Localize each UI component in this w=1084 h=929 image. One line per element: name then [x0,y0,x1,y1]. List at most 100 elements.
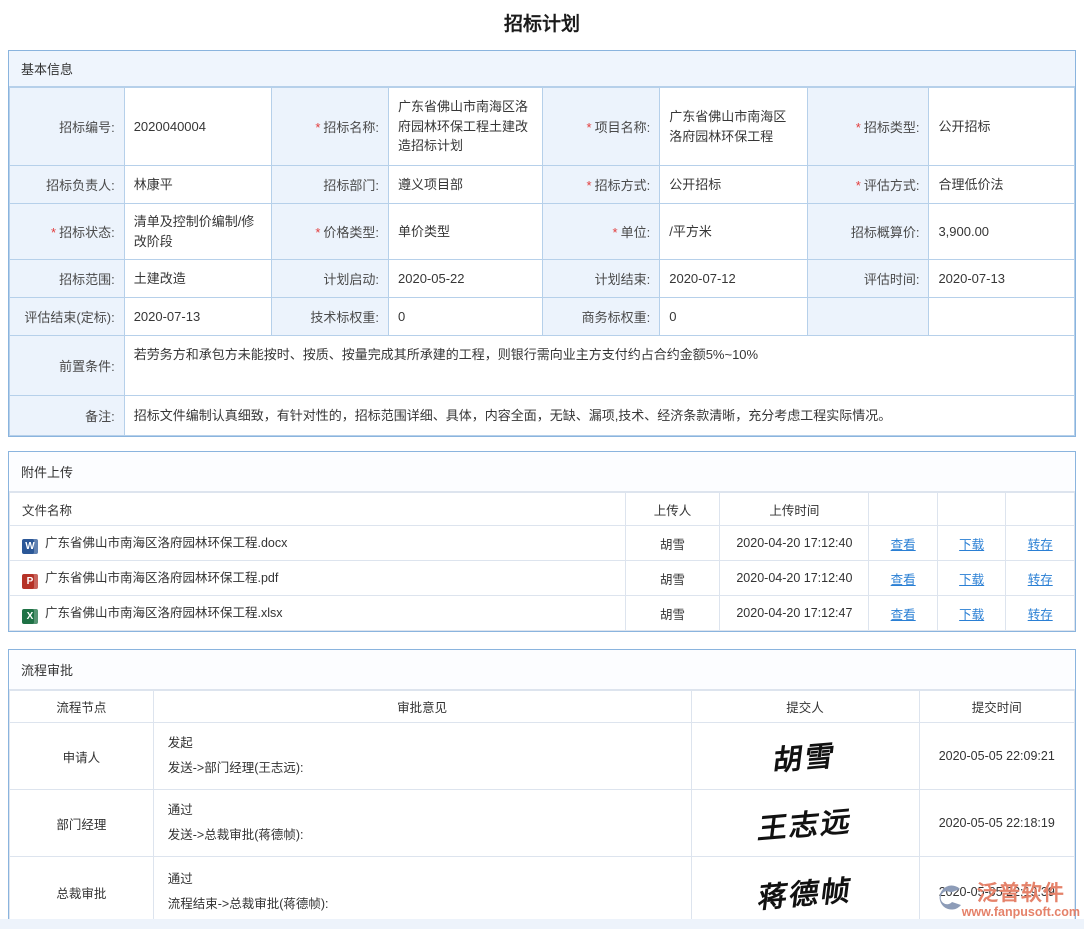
label-evaluation-end: 评估结束(定标): [10,298,125,336]
attachments-header-row: 文件名称 上传人 上传时间 [10,493,1075,526]
view-link[interactable]: 查看 [891,573,916,587]
view-link[interactable]: 查看 [891,538,916,552]
upload-time: 2020-04-20 17:12:40 [720,561,869,596]
basic-info-row: 备注: 招标文件编制认真细致，有针对性的，招标范围详细、具体，内容全面，无缺、漏… [10,396,1075,436]
download-link[interactable]: 下载 [959,538,984,552]
label-technical-weight: 技术标权重: [272,298,389,336]
approval-section-title: 流程审批 [9,650,1075,690]
basic-info-row: 招标编号: 2020040004 *招标名称: 广东省佛山市南海区洛府园林环保工… [10,88,1075,166]
value-bid-name: 广东省佛山市南海区洛府园林环保工程土建改造招标计划 [389,88,543,166]
attachment-row: W广东省佛山市南海区洛府园林环保工程.docx 胡雪 2020-04-20 17… [10,526,1075,561]
file-name: 广东省佛山市南海区洛府园林环保工程.docx [45,536,287,550]
value-evaluation-time: 2020-07-13 [929,260,1075,298]
required-asterisk: * [856,120,861,135]
file-name-cell: W 广东省佛山市南海区洛府园林环保工程.docx [10,526,626,561]
attachments-section-title: 附件上传 [9,452,1075,492]
brand-url: www.fanpusoft.com [962,905,1080,919]
label-project-name: *项目名称: [542,88,660,166]
label-estimate-price: 招标概算价: [807,204,929,260]
value-estimate-price: 3,900.00 [929,204,1075,260]
approval-row: 部门经理 通过 发送->总裁审批(蒋德帧): 王志远 2020-05-05 22… [10,790,1075,857]
label-price-type: *价格类型: [272,204,389,260]
value-plan-start: 2020-05-22 [389,260,543,298]
uploader: 胡雪 [625,526,720,561]
basic-info-row: 招标负责人: 林康平 招标部门: 遵义项目部 *招标方式: 公开招标 *评估方式… [10,166,1075,204]
required-asterisk: * [315,120,320,135]
label-bid-scope: 招标范围: [10,260,125,298]
flow-node: 部门经理 [10,790,154,857]
label-bid-status: *招标状态: [10,204,125,260]
value-bid-department: 遵义项目部 [389,166,543,204]
excel-file-icon: X [22,609,38,624]
label-bid-type: *招标类型: [807,88,929,166]
approval-table: 流程节点 审批意见 提交人 提交时间 申请人 发起 发送->部门经理(王志远):… [9,690,1075,928]
column-header-action [937,493,1005,526]
label-precondition: 前置条件: [10,336,125,396]
label-plan-start: 计划启动: [272,260,389,298]
signature-cell: 蒋德帧 [691,857,919,928]
transfer-link[interactable]: 转存 [1028,573,1053,587]
value-price-type: 单价类型 [389,204,543,260]
value-unit: /平方米 [660,204,808,260]
flow-node: 总裁审批 [10,857,154,928]
value-evaluation-method: 合理低价法 [929,166,1075,204]
file-name: 广东省佛山市南海区洛府园林环保工程.xlsx [45,606,283,620]
opinion-line: 发送->总裁审批(蒋德帧): [168,823,677,848]
column-header-submit-time: 提交时间 [919,691,1075,723]
value-bid-method: 公开招标 [660,166,808,204]
approval-row: 总裁审批 通过 流程结束->总裁审批(蒋德帧): 蒋德帧 2020-05-05 … [10,857,1075,928]
transfer-link[interactable]: 转存 [1028,608,1053,622]
signature-cell: 胡雪 [691,723,919,790]
basic-info-row: 招标范围: 土建改造 计划启动: 2020-05-22 计划结束: 2020-0… [10,260,1075,298]
attachment-row: X广东省佛山市南海区洛府园林环保工程.xlsx 胡雪 2020-04-20 17… [10,596,1075,631]
column-header-uploader: 上传人 [625,493,720,526]
handwritten-signature: 王志远 [755,798,855,848]
required-asterisk: * [315,225,320,240]
opinion-line: 通过 [168,867,677,892]
opinion-line: 通过 [168,798,677,823]
basic-info-row: 评估结束(定标): 2020-07-13 技术标权重: 0 商务标权重: 0 [10,298,1075,336]
opinion-line: 发起 [168,731,677,756]
value-bid-number: 2020040004 [124,88,272,166]
transfer-link[interactable]: 转存 [1028,538,1053,552]
view-link[interactable]: 查看 [891,608,916,622]
file-name: 广东省佛山市南海区洛府园林环保工程.pdf [45,571,278,585]
required-asterisk: * [613,225,618,240]
opinion-line: 发送->部门经理(王志远): [168,756,677,781]
value-commercial-weight: 0 [660,298,808,336]
basic-info-section: 基本信息 招标编号: 2020040004 *招标名称: 广东省佛山市南海区洛府… [8,50,1076,437]
uploader: 胡雪 [625,561,720,596]
label-unit: *单位: [542,204,660,260]
basic-info-row: *招标状态: 清单及控制价编制/修改阶段 *价格类型: 单价类型 *单位: /平… [10,204,1075,260]
attachments-section: 附件上传 文件名称 上传人 上传时间 W 广东省佛山市南海区洛府园林环保工程.do… [8,451,1076,632]
flow-node: 申请人 [10,723,154,790]
fanpu-logo-icon [936,884,962,914]
attachments-table: 文件名称 上传人 上传时间 W 广东省佛山市南海区洛府园林环保工程.docx 胡雪… [9,492,1075,631]
value-empty [929,298,1075,336]
opinion-line: 流程结束->总裁审批(蒋德帧): [168,892,677,917]
label-commercial-weight: 商务标权重: [542,298,660,336]
fanpu-brand: 泛普软件 www.fanpusoft.com [936,882,1080,919]
pdf-file-icon: P [22,574,38,589]
approval-header-row: 流程节点 审批意见 提交人 提交时间 [10,691,1075,723]
column-header-submitter: 提交人 [691,691,919,723]
submit-time: 2020-05-05 22:09:21 [919,723,1075,790]
column-header-action [1006,493,1075,526]
download-link[interactable]: 下载 [959,573,984,587]
brand-name: 泛普软件 [962,882,1080,905]
bidding-plan-page: 招标计划 基本信息 招标编号: 2020040004 *招标名称: 广东省佛山市… [0,0,1084,929]
column-header-upload-time: 上传时间 [720,493,869,526]
file-name-cell: X 广东省佛山市南海区洛府园林环保工程.xlsx [10,596,626,631]
value-bid-manager: 林康平 [124,166,272,204]
label-empty [807,298,929,336]
approval-opinion: 发起 发送->部门经理(王志远): [153,723,691,790]
bottom-bar [0,919,1084,929]
word-file-icon: W [22,539,38,554]
value-evaluation-end: 2020-07-13 [124,298,272,336]
label-plan-end: 计划结束: [542,260,660,298]
download-link[interactable]: 下载 [959,608,984,622]
basic-info-section-title: 基本信息 [9,51,1075,87]
approval-opinion: 通过 发送->总裁审批(蒋德帧): [153,790,691,857]
label-remark: 备注: [10,396,125,436]
label-bid-manager: 招标负责人: [10,166,125,204]
